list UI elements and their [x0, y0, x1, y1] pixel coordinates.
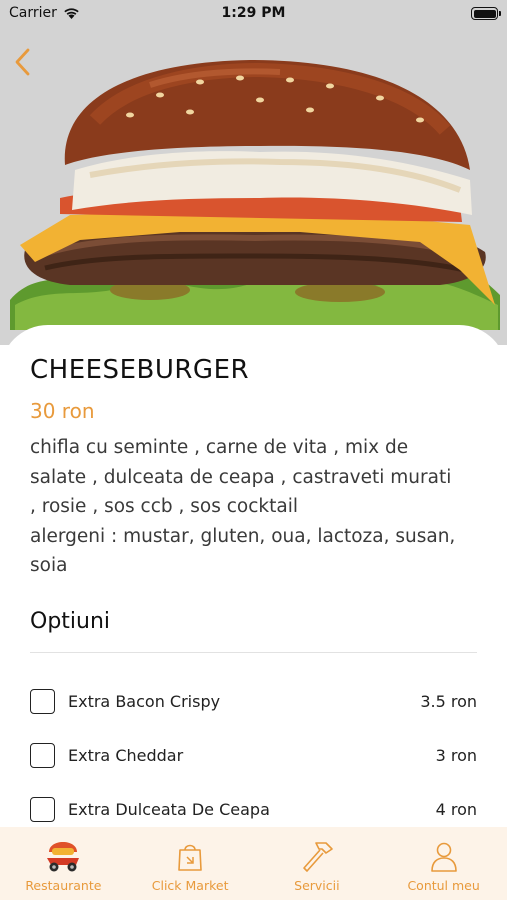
- back-button[interactable]: [8, 42, 38, 82]
- description-line: soia: [30, 555, 68, 576]
- scooter-icon: [43, 837, 83, 875]
- tab-click-market[interactable]: Click Market: [127, 827, 254, 900]
- option-label: Extra Bacon Crispy: [68, 692, 221, 711]
- battery-icon: [471, 7, 501, 20]
- chevron-left-icon: [15, 48, 30, 76]
- option-item-extra-cheddar[interactable]: Extra Cheddar 3 ron: [30, 729, 477, 783]
- tab-servicii[interactable]: Servicii: [254, 827, 381, 900]
- bottom-tab-bar: Restaurante Click Market Servicii Contul…: [0, 827, 507, 900]
- product-image: [0, 0, 507, 345]
- description-line: salate , dulceata de ceapa , castraveti …: [30, 466, 452, 488]
- product-details-card: CHEESEBURGER 30 ron chifla cu seminte , …: [0, 325, 507, 900]
- shopping-bag-icon: [170, 837, 210, 875]
- options-list: Extra Bacon Crispy 3.5 ron Extra Cheddar…: [30, 675, 477, 837]
- status-time: 1:29 PM: [221, 5, 286, 21]
- option-price: 3 ron: [435, 746, 477, 765]
- product-price: 30 ron: [30, 399, 95, 423]
- tab-contul-meu[interactable]: Contul meu: [380, 827, 507, 900]
- tab-restaurante[interactable]: Restaurante: [0, 827, 127, 900]
- option-checkbox[interactable]: [30, 689, 55, 714]
- status-bar: Carrier 1:29 PM: [0, 0, 507, 30]
- divider: [30, 651, 477, 653]
- options-section-title: Optiuni: [30, 608, 111, 634]
- option-item-extra-bacon-crispy[interactable]: Extra Bacon Crispy 3.5 ron: [30, 675, 477, 729]
- product-description: chifla cu seminte , carne de vita , mix …: [30, 433, 477, 581]
- option-checkbox[interactable]: [30, 743, 55, 768]
- burger-image: [10, 60, 500, 343]
- option-label: Extra Cheddar: [68, 746, 184, 765]
- hammer-icon: [297, 837, 337, 875]
- tab-label: Contul meu: [407, 878, 480, 893]
- description-line: chifla cu seminte , carne de vita , mix …: [30, 437, 409, 458]
- tab-label: Servicii: [294, 878, 340, 893]
- user-icon: [424, 837, 464, 875]
- tab-label: Click Market: [151, 878, 229, 893]
- product-title: CHEESEBURGER: [30, 355, 250, 385]
- option-checkbox[interactable]: [30, 797, 55, 822]
- option-label: Extra Dulceata De Ceapa: [68, 800, 270, 819]
- description-line: , rosie , sos ccb , sos cocktail: [30, 496, 299, 517]
- option-price: 4 ron: [435, 800, 477, 819]
- tab-label: Restaurante: [25, 878, 102, 893]
- description-line: alergeni : mustar, gluten, oua, lactoza,…: [30, 525, 456, 547]
- option-price: 3.5 ron: [420, 692, 477, 711]
